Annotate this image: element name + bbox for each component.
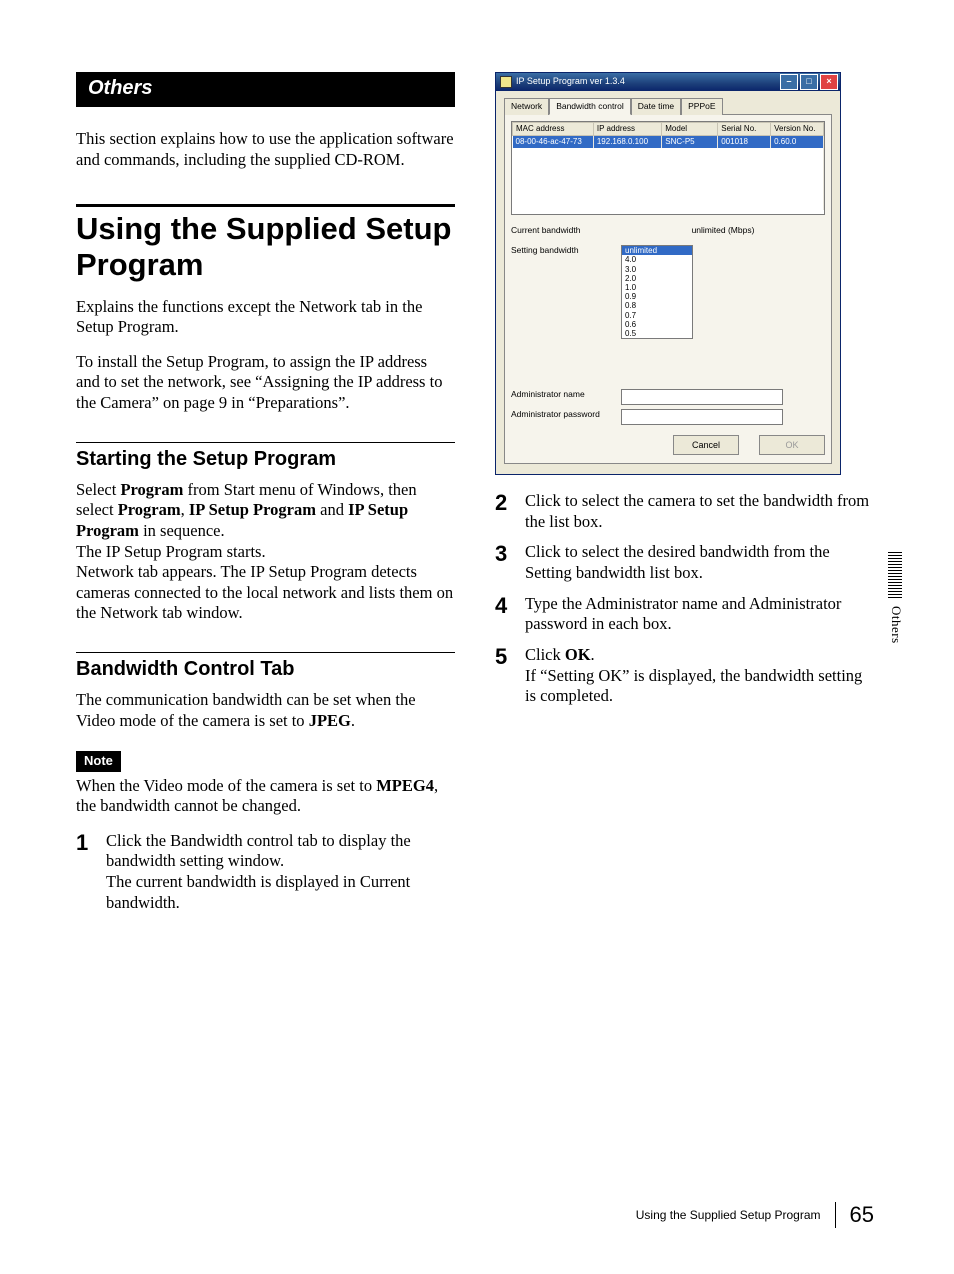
step-body: Click the Bandwidth control tab to displ…: [106, 831, 455, 914]
main-paragraph-1: Explains the functions except the Networ…: [76, 297, 455, 338]
page-number: 65: [850, 1202, 874, 1228]
window-titlebar[interactable]: IP Setup Program ver 1.3.4 – □ ×: [496, 73, 840, 91]
tab-strip: Network Bandwidth control Date time PPPo…: [504, 97, 832, 114]
admin-password-input[interactable]: [621, 409, 783, 425]
tab-panel: MAC address IP address Model Serial No. …: [504, 114, 832, 465]
step-number: 5: [495, 645, 525, 668]
side-tab-hatch-icon: [888, 550, 902, 598]
note-paragraph: When the Video mode of the camera is set…: [76, 776, 455, 817]
setting-bandwidth-listbox[interactable]: unlimited 4.0 3.0 2.0 1.0 0.9 0.8 0.7 0.…: [621, 245, 693, 339]
window-title: IP Setup Program ver 1.3.4: [516, 76, 625, 87]
section-header-bar: Others: [76, 72, 455, 107]
bw-option[interactable]: 0.6: [622, 320, 692, 329]
step-body: Click OK. If “Setting OK” is displayed, …: [525, 645, 874, 707]
bw-option[interactable]: 0.9: [622, 292, 692, 301]
step-number: 1: [76, 831, 106, 854]
ip-setup-window: IP Setup Program ver 1.3.4 – □ × Network…: [495, 72, 841, 475]
bw-option[interactable]: 1.0: [622, 283, 692, 292]
ok-button[interactable]: OK: [759, 435, 825, 455]
bw-option[interactable]: 0.8: [622, 301, 692, 310]
cancel-button[interactable]: Cancel: [673, 435, 739, 455]
bw-option[interactable]: 4.0: [622, 255, 692, 264]
tab-pppoe[interactable]: PPPoE: [681, 98, 722, 115]
bw-paragraph-1: The communication bandwidth can be set w…: [76, 690, 455, 731]
minimize-button[interactable]: –: [780, 74, 798, 90]
step-number: 3: [495, 542, 525, 565]
maximize-button[interactable]: □: [800, 74, 818, 90]
current-bandwidth-label: Current bandwidth: [511, 225, 621, 236]
main-paragraph-2: To install the Setup Program, to assign …: [76, 352, 455, 414]
bw-option[interactable]: unlimited: [622, 246, 692, 255]
note-label: Note: [76, 751, 121, 771]
footer-title: Using the Supplied Setup Program: [636, 1208, 821, 1222]
device-list[interactable]: MAC address IP address Model Serial No. …: [511, 121, 825, 215]
col-version[interactable]: Version No.: [771, 122, 824, 135]
step-2: 2 Click to select the camera to set the …: [495, 491, 874, 532]
device-row[interactable]: 08-00-46-ac-47-73 192.168.0.100 SNC-P5 0…: [513, 135, 824, 148]
intro-paragraph: This section explains how to use the app…: [76, 129, 455, 170]
step-number: 2: [495, 491, 525, 514]
step-body: Click to select the camera to set the ba…: [525, 491, 874, 532]
col-mac[interactable]: MAC address: [513, 122, 594, 135]
current-bandwidth-value: unlimited (Mbps): [621, 225, 825, 236]
side-tab-label: Others: [888, 606, 904, 644]
col-ip[interactable]: IP address: [593, 122, 661, 135]
bw-option[interactable]: 2.0: [622, 274, 692, 283]
start-paragraph-1: Select Program from Start menu of Window…: [76, 480, 455, 624]
h2-starting: Starting the Setup Program: [76, 442, 455, 472]
step-1: 1 Click the Bandwidth control tab to dis…: [76, 831, 455, 914]
page-footer: Using the Supplied Setup Program 65: [636, 1202, 874, 1228]
h2-bandwidth: Bandwidth Control Tab: [76, 652, 455, 682]
admin-name-input[interactable]: [621, 389, 783, 405]
side-section-tab: Others: [888, 550, 906, 644]
app-icon: [500, 76, 512, 88]
admin-password-label: Administrator password: [511, 409, 621, 420]
step-5: 5 Click OK. If “Setting OK” is displayed…: [495, 645, 874, 707]
admin-name-label: Administrator name: [511, 389, 621, 400]
tab-date-time[interactable]: Date time: [631, 98, 681, 115]
bw-option[interactable]: 0.5: [622, 329, 692, 338]
tab-bandwidth-control[interactable]: Bandwidth control: [549, 98, 631, 115]
close-button[interactable]: ×: [820, 74, 838, 90]
bw-option[interactable]: 0.7: [622, 311, 692, 320]
col-serial[interactable]: Serial No.: [718, 122, 771, 135]
main-title: Using the Supplied Setup Program: [76, 211, 455, 282]
setting-bandwidth-label: Setting bandwidth: [511, 245, 621, 256]
step-body: Type the Administrator name and Administ…: [525, 594, 874, 635]
step-4: 4 Type the Administrator name and Admini…: [495, 594, 874, 635]
table-header-row: MAC address IP address Model Serial No. …: [513, 122, 824, 135]
footer-divider: [835, 1202, 836, 1228]
step-body: Click to select the desired bandwidth fr…: [525, 542, 874, 583]
col-model[interactable]: Model: [662, 122, 718, 135]
step-3: 3 Click to select the desired bandwidth …: [495, 542, 874, 583]
bw-option[interactable]: 3.0: [622, 265, 692, 274]
tab-network[interactable]: Network: [504, 98, 549, 115]
title-rule: [76, 204, 455, 211]
step-number: 4: [495, 594, 525, 617]
